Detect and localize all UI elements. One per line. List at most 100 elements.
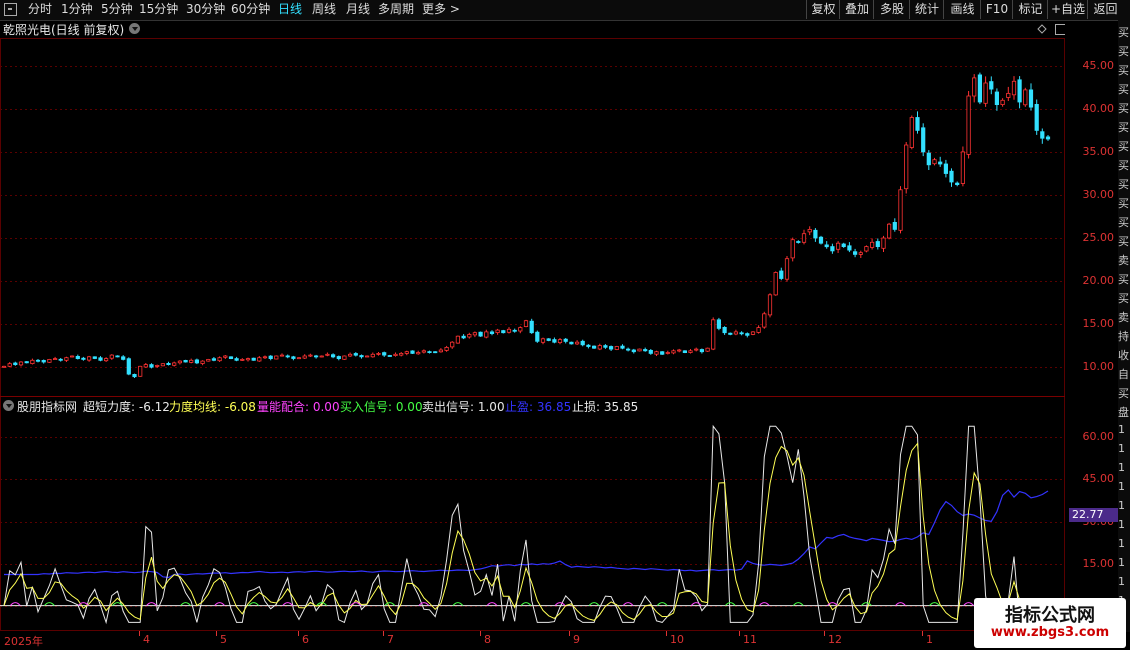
sidebar-signal-char: 买 xyxy=(1118,121,1129,134)
candle-body xyxy=(296,357,302,360)
candle-body xyxy=(626,348,631,351)
candle-body xyxy=(654,351,659,355)
candle-body xyxy=(1045,136,1051,140)
candle-body xyxy=(98,357,103,361)
candle-body xyxy=(966,95,971,155)
candle-body xyxy=(790,239,795,259)
candle-body xyxy=(64,357,69,361)
candle-body xyxy=(279,354,285,357)
price-tick: 40.00 xyxy=(1082,101,1115,115)
signal-sidebar: 买买买买买买买买买买买买卖买买卖持收自买盘11111111111 xyxy=(1118,20,1130,632)
sidebar-signal-char: 1 xyxy=(1118,518,1125,531)
candle-body xyxy=(688,350,693,353)
candle-body xyxy=(126,358,131,375)
indicator-item-label: 超短力度: xyxy=(83,400,136,414)
candle-body xyxy=(228,356,234,359)
candle-body xyxy=(53,358,58,361)
window-icon xyxy=(1055,24,1065,35)
date-tick xyxy=(824,631,825,636)
date-tick xyxy=(139,631,140,636)
candle-body xyxy=(762,313,767,328)
candle-body xyxy=(223,355,228,358)
candle-body xyxy=(166,362,171,365)
candle-body xyxy=(506,328,512,333)
candle-body xyxy=(955,182,960,186)
candle-body xyxy=(750,331,756,335)
price-tick: 35.00 xyxy=(1082,144,1115,158)
candle-body xyxy=(614,346,619,350)
candle-body xyxy=(245,358,251,361)
candle-body xyxy=(143,364,148,368)
candle-body xyxy=(722,326,727,334)
candle-body xyxy=(699,349,705,353)
indicator-tick: 15.00 xyxy=(1082,556,1115,570)
price-tick: 20.00 xyxy=(1082,274,1115,288)
candle-body xyxy=(450,341,455,348)
sidebar-signal-char: 1 xyxy=(1118,575,1125,588)
candle-body xyxy=(813,229,818,239)
candle-body xyxy=(92,356,97,359)
candle-body xyxy=(784,258,790,280)
candle-body xyxy=(115,355,120,358)
toolbar-button-8[interactable]: 返回 xyxy=(1087,0,1123,19)
candle-body xyxy=(994,91,1000,106)
candle-body xyxy=(660,351,665,355)
candle-body xyxy=(943,163,949,174)
candle-body xyxy=(841,243,846,247)
candle-body xyxy=(977,74,983,103)
sidebar-signal-char: 1 xyxy=(1118,480,1125,493)
candle-body xyxy=(546,338,551,341)
candle-body xyxy=(807,228,812,233)
candle-body xyxy=(631,349,636,353)
sidebar-signal-char: 卖 xyxy=(1118,311,1129,324)
candle-body xyxy=(467,334,472,338)
candle-body xyxy=(870,241,875,248)
candle-body xyxy=(523,320,529,328)
candle-body xyxy=(682,350,688,353)
chevron-down-icon[interactable] xyxy=(3,400,14,411)
price-tick: 45.00 xyxy=(1082,58,1115,72)
chart-frame xyxy=(0,38,1065,631)
candle-body xyxy=(240,358,245,361)
candle-body xyxy=(529,320,534,334)
indicator-item-value: 0.00 xyxy=(392,400,423,414)
candle-body xyxy=(915,117,920,131)
indicator-item-1: 力度均线: -6.08 xyxy=(169,398,256,415)
candle-body xyxy=(1017,79,1022,103)
price-tick: 10.00 xyxy=(1082,360,1115,374)
date-tick xyxy=(739,631,740,636)
candle-body xyxy=(1006,93,1011,98)
candle-body xyxy=(433,351,438,354)
candle-body xyxy=(569,341,574,345)
candle-body xyxy=(779,270,784,279)
candle-body xyxy=(603,345,608,348)
candle-body xyxy=(665,352,670,354)
candle-body xyxy=(160,363,165,367)
candle-body xyxy=(35,359,41,362)
candle-body xyxy=(211,358,216,361)
candle-body xyxy=(597,345,602,350)
candle-body xyxy=(399,352,404,356)
candle-body xyxy=(796,241,801,243)
sidebar-signal-char: 买 xyxy=(1118,273,1129,286)
date-label: 9 xyxy=(573,633,580,646)
force-ma-line xyxy=(3,442,1049,622)
candle-body xyxy=(121,356,126,360)
sidebar-signal-char: 买 xyxy=(1118,26,1129,39)
indicator-item-label: 力度均线: xyxy=(169,400,222,414)
candle-body xyxy=(325,353,330,356)
candle-body xyxy=(501,330,506,334)
indicator-item-label: 量能配合: xyxy=(257,400,310,414)
indicator-item-value: 35.85 xyxy=(600,400,639,414)
indicator-item-value: 1.00 xyxy=(474,400,505,414)
date-tick xyxy=(480,631,481,636)
candle-body xyxy=(478,331,483,337)
candle-body xyxy=(756,327,761,333)
indicator-item-label: 止盈: xyxy=(505,400,534,414)
candle-body xyxy=(643,349,648,352)
candle-body xyxy=(404,351,409,354)
price-chart xyxy=(0,24,1065,631)
indicator-last-value: 22.77 xyxy=(1069,508,1118,522)
candle-body xyxy=(1028,89,1034,108)
candle-body xyxy=(149,364,154,368)
